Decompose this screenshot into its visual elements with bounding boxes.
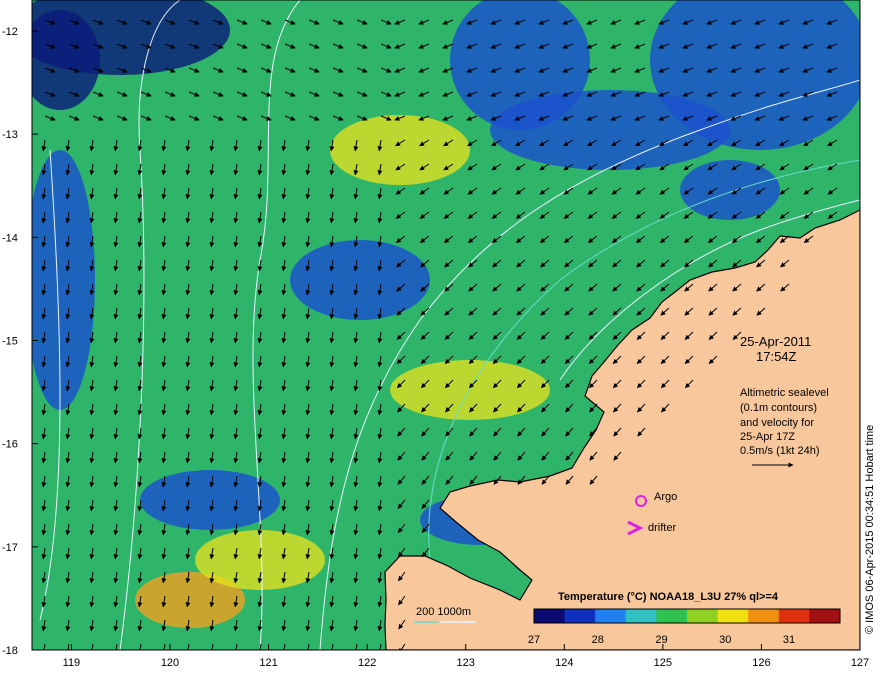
description-line-4: 25-Apr 17Z	[740, 431, 795, 443]
drifter-label: drifter	[648, 522, 676, 534]
bathymetry-label: 200 1000m	[416, 606, 471, 618]
colorbar-segment	[748, 609, 780, 623]
scale-label: 0.5m/s (1kt 24h)	[740, 445, 819, 457]
sst-map: -12 -13 -14 -15 -16 -17 -18 119 120 121 122 123 124…	[2, 0, 869, 669]
argo-label: Argo	[654, 491, 677, 503]
y-tick-label: -18	[2, 645, 18, 657]
x-tick-label: 120	[161, 657, 179, 669]
colorbar-segment	[717, 609, 749, 623]
colorbar-title: Temperature (°C) NOAA18_L3U 27% ql>=4	[558, 591, 779, 603]
date-label: 25-Apr-2011	[740, 334, 811, 349]
colorbar-tick-label: 30	[719, 634, 731, 646]
credit-sidebar: © IMOS 06-Apr-2015 00:34:51 Hobart time	[864, 425, 876, 634]
y-tick-label: -15	[2, 335, 18, 347]
description-line-1: Altimetric sealevel	[740, 387, 829, 399]
credit-text: © IMOS 06-Apr-2015 00:34:51 Hobart time	[864, 425, 876, 634]
colorbar-segment	[687, 609, 719, 623]
temperature-patch	[330, 115, 470, 185]
y-tick-label: -16	[2, 439, 18, 451]
temperature-patch	[680, 160, 780, 220]
colorbar-tick-label: 31	[783, 634, 795, 646]
time-label: 17:54Z	[756, 349, 797, 364]
colorbar-tick-label: 27	[528, 634, 540, 646]
x-tick-label: 124	[555, 657, 573, 669]
y-tick-label: -12	[2, 26, 18, 38]
y-tick-label: -13	[2, 129, 18, 141]
x-tick-label: 123	[457, 657, 475, 669]
colorbar-segment	[656, 609, 688, 623]
colorbar-segment	[625, 609, 657, 623]
x-tick-label: 125	[654, 657, 672, 669]
y-tick-label: -17	[2, 542, 18, 554]
x-tick-label: 126	[752, 657, 770, 669]
colorbar-tick-label: 28	[592, 634, 604, 646]
temperature-colorbar	[533, 608, 841, 624]
colorbar-tick-label: 29	[655, 634, 667, 646]
temperature-patch	[290, 240, 430, 320]
colorbar-segment	[564, 609, 596, 623]
colorbar-segment	[809, 609, 841, 623]
colorbar-segment	[534, 609, 566, 623]
description-line-3: and velocity for	[740, 417, 814, 429]
temperature-patch	[490, 90, 730, 170]
description-line-2: (0.1m contours)	[740, 402, 817, 414]
x-tick-label: 121	[259, 657, 277, 669]
colorbar-segment	[595, 609, 627, 623]
x-tick-label: 122	[358, 657, 376, 669]
colorbar-segment	[778, 609, 810, 623]
x-tick-label: 119	[63, 657, 81, 669]
y-tick-label: -14	[2, 232, 18, 244]
